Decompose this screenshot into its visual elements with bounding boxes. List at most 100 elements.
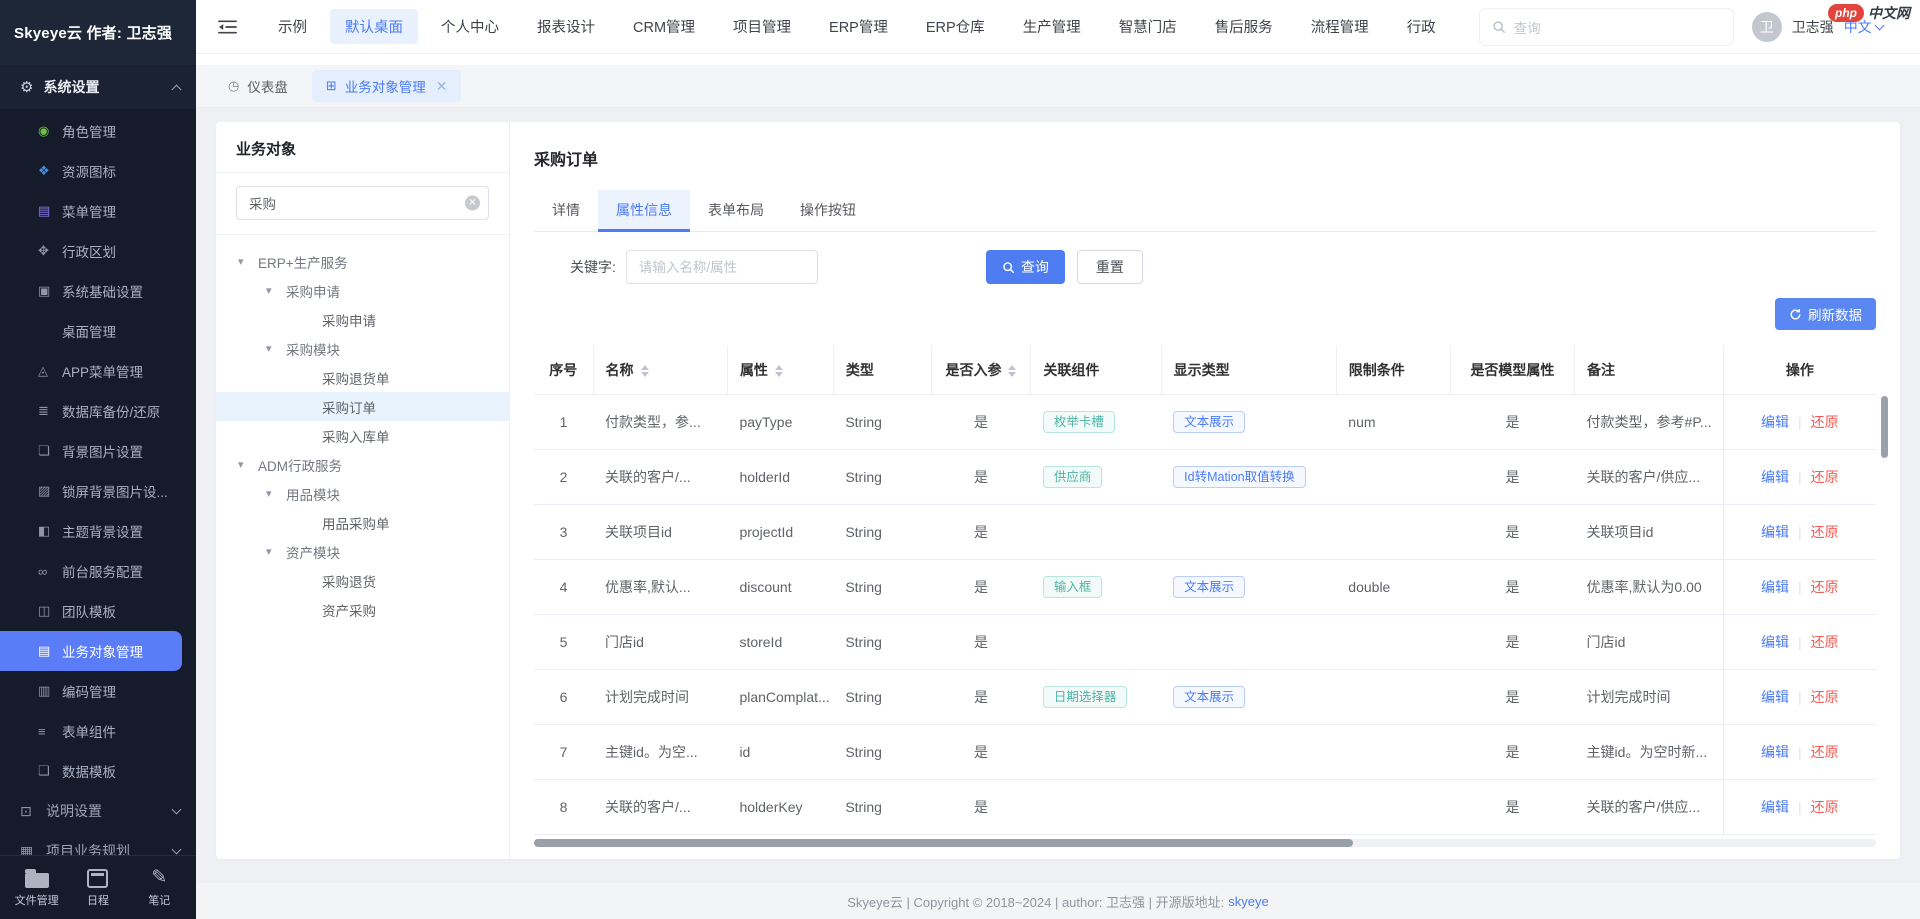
restore-link[interactable]: 还原 xyxy=(1811,744,1839,760)
sidebar-item[interactable]: ❏背景图片设置 xyxy=(0,431,196,471)
topnav-item[interactable]: ERP仓库 xyxy=(911,9,1000,44)
sort-desc-icon[interactable] xyxy=(1008,372,1016,377)
vertical-scrollbar-thumb[interactable] xyxy=(1881,396,1888,458)
sidebar-item[interactable]: ∞前台服务配置 xyxy=(0,551,196,591)
sort-desc-icon[interactable] xyxy=(775,372,783,377)
tree-search-input[interactable] xyxy=(236,186,489,220)
sidebar-item[interactable]: ▤业务对象管理 xyxy=(0,631,182,671)
topnav-item[interactable]: 个人中心 xyxy=(426,9,514,44)
sort-desc-icon[interactable] xyxy=(641,372,649,377)
close-icon[interactable]: ✕ xyxy=(436,78,448,95)
tree-node[interactable]: 资产采购 xyxy=(216,595,509,624)
sidebar-item[interactable]: ◉角色管理 xyxy=(0,111,196,151)
tree-node[interactable]: 用品采购单 xyxy=(216,508,509,537)
dock-item[interactable]: 文件管理 xyxy=(9,867,65,908)
edit-link[interactable]: 编辑 xyxy=(1761,414,1789,430)
restore-link[interactable]: 还原 xyxy=(1811,469,1839,485)
restore-link[interactable]: 还原 xyxy=(1811,579,1839,595)
restore-link[interactable]: 还原 xyxy=(1811,524,1839,540)
edit-link[interactable]: 编辑 xyxy=(1761,744,1789,760)
tree-node[interactable]: ▾用品模块 xyxy=(216,479,509,508)
reset-button[interactable]: 重置 xyxy=(1077,250,1143,284)
column-header-attr[interactable]: 属性 xyxy=(727,346,833,395)
dock-item[interactable]: 日程 xyxy=(70,867,126,908)
topnav-item[interactable]: 生产管理 xyxy=(1008,9,1096,44)
detail-tab[interactable]: 属性信息 xyxy=(598,190,690,231)
keyword-input[interactable] xyxy=(626,250,818,284)
sidebar-item[interactable]: 桌面管理 xyxy=(0,311,196,351)
restore-link[interactable]: 还原 xyxy=(1811,414,1839,430)
tree-expand-caret[interactable]: ▾ xyxy=(238,458,258,471)
edit-link[interactable]: 编辑 xyxy=(1761,469,1789,485)
refresh-data-button[interactable]: 刷新数据 xyxy=(1775,298,1876,330)
sidebar-item[interactable]: ◫团队模板 xyxy=(0,591,196,631)
tree-expand-caret[interactable]: ▾ xyxy=(266,342,286,355)
tree-node[interactable]: ▾采购模块 xyxy=(216,334,509,363)
menu-collapse-icon[interactable] xyxy=(218,19,237,35)
global-search-input[interactable]: 查询 xyxy=(1479,8,1734,46)
restore-link[interactable]: 还原 xyxy=(1811,799,1839,815)
edit-link[interactable]: 编辑 xyxy=(1761,689,1789,705)
clear-icon[interactable]: ✕ xyxy=(465,196,480,211)
tree-node[interactable]: 采购退货单 xyxy=(216,363,509,392)
topnav-item[interactable]: 行政 xyxy=(1392,9,1451,44)
dock-item[interactable]: ✎笔记 xyxy=(131,867,187,908)
tree-expand-caret[interactable]: ▾ xyxy=(238,255,258,268)
sidebar-item[interactable]: ≣数据库备份/还原 xyxy=(0,391,196,431)
detail-tab[interactable]: 详情 xyxy=(534,190,598,231)
sidebar-item[interactable]: ◬APP菜单管理 xyxy=(0,351,196,391)
sidebar-item[interactable]: ≡表单组件 xyxy=(0,711,196,751)
workspace-tab[interactable]: ◷仪表盘 xyxy=(214,70,302,102)
sidebar-item[interactable]: ▣系统基础设置 xyxy=(0,271,196,311)
tree-node[interactable]: 采购入库单 xyxy=(216,421,509,450)
sidebar-group[interactable]: ▦项目业务规划 xyxy=(0,831,196,855)
sort-icon[interactable] xyxy=(641,365,649,377)
topnav-item[interactable]: 智慧门店 xyxy=(1104,9,1192,44)
tree-node[interactable]: ▾ERP+生产服务 xyxy=(216,247,509,276)
avatar[interactable]: 卫 xyxy=(1752,12,1782,42)
restore-link[interactable]: 还原 xyxy=(1811,689,1839,705)
tree-node[interactable]: 采购退货 xyxy=(216,566,509,595)
detail-tab[interactable]: 表单布局 xyxy=(690,190,782,231)
sort-asc-icon[interactable] xyxy=(775,365,783,370)
topnav-item[interactable]: 默认桌面 xyxy=(330,9,418,44)
tree-expand-caret[interactable]: ▾ xyxy=(266,545,286,558)
edit-link[interactable]: 编辑 xyxy=(1761,579,1789,595)
query-button[interactable]: 查询 xyxy=(986,250,1065,284)
edit-link[interactable]: 编辑 xyxy=(1761,634,1789,650)
tree-node[interactable]: ▾采购申请 xyxy=(216,276,509,305)
footer-link[interactable]: skyeye xyxy=(1228,894,1268,909)
topnav-item[interactable]: CRM管理 xyxy=(618,9,710,44)
edit-link[interactable]: 编辑 xyxy=(1761,524,1789,540)
sidebar-item[interactable]: ▥编码管理 xyxy=(0,671,196,711)
sidebar-item[interactable]: ▨锁屏背景图片设... xyxy=(0,471,196,511)
sort-icon[interactable] xyxy=(1008,365,1016,377)
sidebar-item[interactable]: ✥行政区划 xyxy=(0,231,196,271)
tree-expand-caret[interactable]: ▾ xyxy=(266,487,286,500)
tree-node[interactable]: 采购订单 xyxy=(216,392,509,421)
topnav-item[interactable]: 报表设计 xyxy=(522,9,610,44)
sidebar-section-system-settings[interactable]: ⚙ 系统设置 xyxy=(0,65,196,109)
tree-expand-caret[interactable]: ▾ xyxy=(266,284,286,297)
sort-asc-icon[interactable] xyxy=(641,365,649,370)
column-header-name[interactable]: 名称 xyxy=(593,346,727,395)
sort-asc-icon[interactable] xyxy=(1008,365,1016,370)
sort-icon[interactable] xyxy=(775,365,783,377)
sidebar-item[interactable]: ◧主题背景设置 xyxy=(0,511,196,551)
tree-node[interactable]: 采购申请 xyxy=(216,305,509,334)
detail-tab[interactable]: 操作按钮 xyxy=(782,190,874,231)
horizontal-scrollbar-thumb[interactable] xyxy=(534,839,1353,847)
topnav-item[interactable]: 流程管理 xyxy=(1296,9,1384,44)
topnav-item[interactable]: 项目管理 xyxy=(718,9,806,44)
sidebar-item[interactable]: ❖资源图标 xyxy=(0,151,196,191)
column-header-inParam[interactable]: 是否入参 xyxy=(931,346,1031,395)
workspace-tab[interactable]: ⊞业务对象管理✕ xyxy=(312,70,462,102)
restore-link[interactable]: 还原 xyxy=(1811,634,1839,650)
edit-link[interactable]: 编辑 xyxy=(1761,799,1789,815)
topnav-item[interactable]: 售后服务 xyxy=(1200,9,1288,44)
sidebar-group[interactable]: ⊡说明设置 xyxy=(0,791,196,831)
tree-node[interactable]: ▾资产模块 xyxy=(216,537,509,566)
topnav-item[interactable]: 示例 xyxy=(263,9,322,44)
sidebar-item[interactable]: ❑数据模板 xyxy=(0,751,196,791)
tree-node[interactable]: ▾ADM行政服务 xyxy=(216,450,509,479)
